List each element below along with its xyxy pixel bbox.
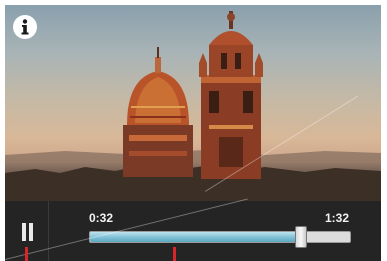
controls-divider: [48, 201, 49, 261]
watermark-line: [5, 198, 248, 260]
pause-icon: [22, 223, 26, 241]
seek-bar-progress: [90, 232, 301, 242]
red-marker: [173, 247, 176, 261]
pause-button[interactable]: [19, 223, 35, 241]
player-controls: 0:32 1:32: [5, 198, 381, 261]
video-frame[interactable]: [5, 5, 381, 201]
seek-bar[interactable]: [89, 226, 351, 248]
video-player: 0:32 1:32: [5, 5, 381, 261]
cathedral-scene: [5, 11, 381, 201]
seek-thumb[interactable]: [294, 226, 307, 248]
info-button[interactable]: [13, 15, 37, 39]
red-marker: [25, 247, 28, 261]
duration: 1:32: [324, 211, 349, 225]
current-time: 0:32: [89, 211, 114, 225]
info-icon: [21, 19, 29, 35]
